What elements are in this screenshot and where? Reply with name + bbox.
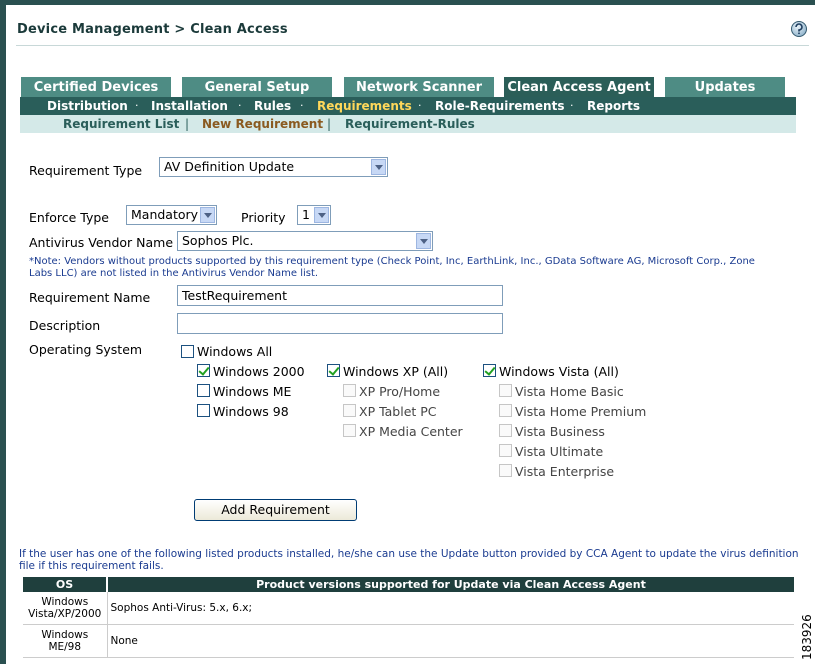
xp-tablet-pc-checkbox[interactable] <box>343 404 356 417</box>
os-cell: Windows ME/98 <box>23 624 108 658</box>
requirement-type-label: Requirement Type <box>29 163 143 178</box>
nav-separator: · <box>135 99 139 112</box>
dropdown-arrow-icon <box>416 233 431 249</box>
nav-separator: · <box>570 99 574 112</box>
tab-updates[interactable]: Updates <box>665 77 785 97</box>
product-versions-cell: None <box>107 624 794 658</box>
table-row: Windows ME/98 None <box>23 624 794 658</box>
nav-separator: · <box>300 99 304 112</box>
windows-98-checkbox[interactable] <box>197 404 210 417</box>
title-divider <box>16 45 809 46</box>
nav-separator: · <box>418 99 422 112</box>
secondary-nav: Distribution · Installation · Rules · Re… <box>20 97 796 115</box>
antivirus-vendor-select[interactable]: Sophos Plc. <box>177 231 433 251</box>
nav-new-requirement[interactable]: New Requirement <box>202 117 323 131</box>
add-requirement-button[interactable]: Add Requirement <box>194 499 357 521</box>
table-header-row: OS Product versions supported for Update… <box>23 577 794 592</box>
os-cell: Windows Vista/XP/2000 <box>23 592 108 625</box>
requirement-type-select[interactable]: AV Definition Update <box>159 157 388 177</box>
nav-requirement-rules[interactable]: Requirement-Rules <box>345 117 475 131</box>
windows-vista-all-label: Windows Vista (All) <box>499 364 619 379</box>
vista-home-basic-checkbox[interactable] <box>499 384 512 397</box>
vista-enterprise-label: Vista Enterprise <box>515 464 615 479</box>
tab-clean-access-agent[interactable]: Clean Access Agent <box>504 77 654 97</box>
product-versions-cell: Sophos Anti-Virus: 5.x, 6.x; <box>107 592 794 625</box>
xp-media-center-checkbox[interactable] <box>343 424 356 437</box>
nav-distribution[interactable]: Distribution <box>47 99 128 113</box>
dropdown-arrow-icon <box>200 207 215 223</box>
priority-label: Priority <box>241 210 286 225</box>
enforce-type-select[interactable]: Mandatory <box>126 205 217 225</box>
vista-ultimate-label: Vista Ultimate <box>515 444 604 459</box>
operating-system-label: Operating System <box>29 342 143 357</box>
product-versions-table: OS Product versions supported for Update… <box>23 577 794 658</box>
vista-business-label: Vista Business <box>515 424 605 439</box>
windows-all-checkbox[interactable] <box>181 345 194 358</box>
tertiary-nav: Requirement List | New Requirement | Req… <box>20 115 796 133</box>
tab-general-setup[interactable]: General Setup <box>182 77 332 97</box>
priority-select[interactable]: 1 <box>297 205 331 225</box>
nav2-separator: | <box>185 117 190 131</box>
enforce-type-value: Mandatory <box>131 207 199 222</box>
vista-enterprise-checkbox[interactable] <box>499 464 512 477</box>
dropdown-arrow-icon <box>371 159 386 175</box>
help-icon[interactable] <box>791 21 807 37</box>
nav2-separator: | <box>327 117 332 131</box>
os-column-header: OS <box>23 577 108 592</box>
windows-98-label: Windows 98 <box>213 404 289 419</box>
windows-2000-checkbox[interactable] <box>197 364 210 377</box>
description-label: Description <box>29 318 101 333</box>
nav-installation[interactable]: Installation <box>151 99 228 113</box>
left-frame-bar <box>0 0 6 664</box>
xp-media-center-label: XP Media Center <box>359 424 463 439</box>
vista-business-checkbox[interactable] <box>499 424 512 437</box>
nav-requirement-list[interactable]: Requirement List <box>63 117 179 131</box>
nav-requirements[interactable]: Requirements <box>317 99 412 113</box>
requirement-type-value: AV Definition Update <box>164 159 295 174</box>
vista-home-premium-checkbox[interactable] <box>499 404 512 417</box>
windows-xp-all-label: Windows XP (All) <box>343 364 449 379</box>
description-input[interactable] <box>177 313 503 334</box>
antivirus-vendor-value: Sophos Plc. <box>182 233 254 248</box>
product-versions-column-header: Product versions supported for Update vi… <box>107 577 794 592</box>
dropdown-arrow-icon <box>314 207 329 223</box>
top-frame-bar <box>6 0 815 5</box>
windows-all-label: Windows All <box>197 344 273 359</box>
vista-ultimate-checkbox[interactable] <box>499 444 512 457</box>
update-info-text: If the user has one of the following lis… <box>19 548 799 572</box>
windows-xp-all-checkbox[interactable] <box>327 364 340 377</box>
windows-2000-label: Windows 2000 <box>213 364 305 379</box>
vendor-note: *Note: Vendors without products supporte… <box>29 256 755 279</box>
priority-value: 1 <box>302 207 310 222</box>
nav-separator: · <box>238 99 242 112</box>
requirement-name-input[interactable]: TestRequirement <box>177 285 503 306</box>
vista-home-basic-label: Vista Home Basic <box>515 384 624 399</box>
xp-pro-home-checkbox[interactable] <box>343 384 356 397</box>
nav-role-requirements[interactable]: Role-Requirements <box>435 99 564 113</box>
enforce-type-label: Enforce Type <box>29 210 109 225</box>
xp-tablet-pc-label: XP Tablet PC <box>359 404 437 419</box>
figure-id: 183926 <box>800 614 814 660</box>
requirement-name-label: Requirement Name <box>29 290 151 305</box>
tab-network-scanner[interactable]: Network Scanner <box>344 77 494 97</box>
tab-certified-devices[interactable]: Certified Devices <box>21 77 171 97</box>
antivirus-vendor-label: Antivirus Vendor Name <box>29 235 174 250</box>
page-title: Device Management > Clean Access <box>17 22 288 37</box>
windows-me-checkbox[interactable] <box>197 384 210 397</box>
vista-home-premium-label: Vista Home Premium <box>515 404 647 419</box>
table-row: Windows Vista/XP/2000 Sophos Anti-Virus:… <box>23 592 794 625</box>
nav-rules[interactable]: Rules <box>254 99 291 113</box>
windows-vista-all-checkbox[interactable] <box>483 364 496 377</box>
nav-reports[interactable]: Reports <box>587 99 640 113</box>
windows-me-label: Windows ME <box>213 384 292 399</box>
xp-pro-home-label: XP Pro/Home <box>359 384 441 399</box>
